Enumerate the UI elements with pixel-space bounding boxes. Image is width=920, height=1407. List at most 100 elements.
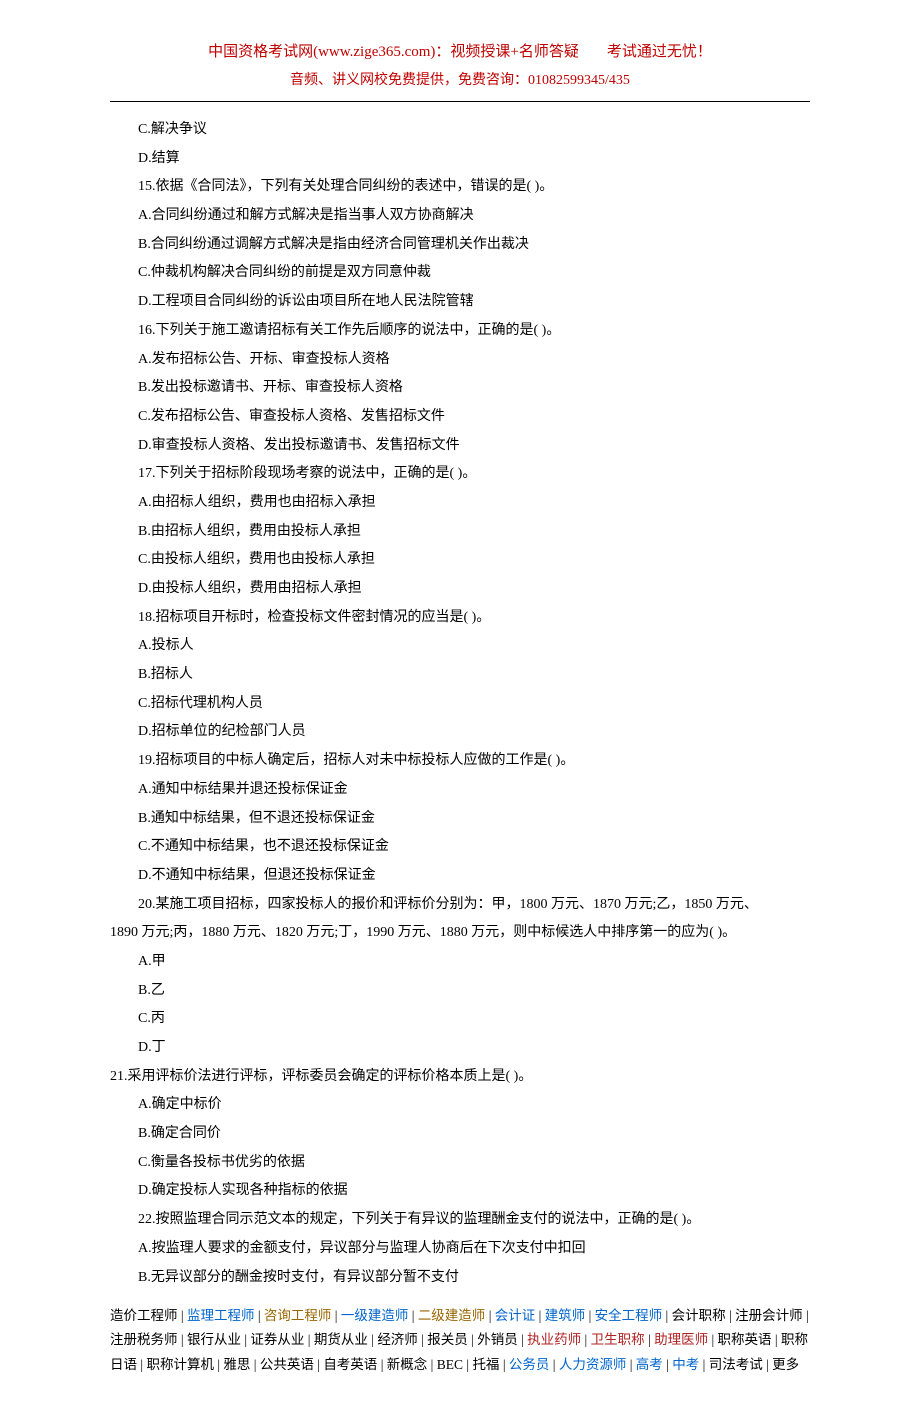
footer-link[interactable]: 会计证 [495, 1308, 536, 1323]
option-text: B.乙 [110, 977, 810, 1006]
option-text: A.按监理人要求的金额支付，异议部分与监理人协商后在下次支付中扣回 [110, 1235, 810, 1264]
header-slogan: 考试通过无忧！ [607, 44, 712, 60]
footer-link[interactable]: 建筑师 [545, 1308, 586, 1323]
separator: | [772, 1332, 781, 1347]
document-body: C.解决争议 D.结算 15.依据《合同法》，下列有关处理合同纠纷的表述中，错误… [110, 116, 810, 1292]
footer-link[interactable]: 监理工程师 [187, 1308, 255, 1323]
separator: | [314, 1357, 323, 1372]
separator: | [549, 1357, 558, 1372]
option-text: C.仲裁机构解决合同纠纷的前提是双方同意仲裁 [110, 259, 810, 288]
footer-link[interactable]: 银行从业 [187, 1332, 241, 1347]
header-line-1: 中国资格考试网(www.zige365.com)：视频授课+名师答疑 考试通过无忧… [110, 40, 810, 61]
separator: | [663, 1357, 672, 1372]
footer-link[interactable]: 证券从业 [250, 1332, 304, 1347]
footer-link[interactable]: 公务员 [509, 1357, 550, 1372]
option-text: C.衡量各投标书优劣的依据 [110, 1149, 810, 1178]
footer-link[interactable]: 安全工程师 [595, 1308, 663, 1323]
separator: | [304, 1332, 313, 1347]
footer-link[interactable]: 卫生职称 [591, 1332, 645, 1347]
option-text: D.由投标人组织，费用由招标人承担 [110, 575, 810, 604]
separator: | [377, 1357, 386, 1372]
separator: | [626, 1357, 635, 1372]
question-text: 22.按照监理合同示范文本的规定，下列关于有异议的监理酬金支付的说法中，正确的是… [110, 1206, 810, 1235]
option-text: A.投标人 [110, 632, 810, 661]
separator: | [585, 1308, 594, 1323]
separator: | [250, 1357, 259, 1372]
separator: | [368, 1332, 377, 1347]
separator: | [418, 1332, 427, 1347]
option-text: D.审查投标人资格、发出投标邀请书、发售招标文件 [110, 432, 810, 461]
separator: | [535, 1308, 544, 1323]
footer-link[interactable]: 报关员 [427, 1332, 468, 1347]
option-text: A.发布招标公告、开标、审查投标人资格 [110, 346, 810, 375]
footer-link[interactable]: 一级建造师 [341, 1308, 409, 1323]
question-text: 20.某施工项目招标，四家投标人的报价和评标价分别为：甲，1800 万元、187… [110, 891, 810, 920]
separator: | [214, 1357, 223, 1372]
separator: | [241, 1332, 250, 1347]
option-text: A.由招标人组织，费用也由招标入承担 [110, 489, 810, 518]
footer-link[interactable]: BEC [437, 1357, 463, 1372]
footer-link[interactable]: 二级建造师 [418, 1308, 486, 1323]
option-text: B.由招标人组织，费用由投标人承担 [110, 518, 810, 547]
option-text: D.结算 [110, 145, 810, 174]
separator: | [699, 1357, 708, 1372]
footer-link[interactable]: 职称计算机 [146, 1357, 214, 1372]
option-text: C.丙 [110, 1005, 810, 1034]
footer-link[interactable]: 公共英语 [260, 1357, 314, 1372]
separator: | [408, 1308, 417, 1323]
option-text: D.不通知中标结果，但退还投标保证金 [110, 862, 810, 891]
separator: | [645, 1332, 654, 1347]
footer-link[interactable]: 造价工程师 [110, 1308, 178, 1323]
footer-link[interactable]: 中考 [672, 1357, 699, 1372]
separator: | [726, 1308, 735, 1323]
separator: | [137, 1357, 146, 1372]
option-text: C.解决争议 [110, 116, 810, 145]
option-text: C.由投标人组织，费用也由投标人承担 [110, 546, 810, 575]
footer-link[interactable]: 新概念 [387, 1357, 428, 1372]
separator: | [708, 1332, 717, 1347]
question-text: 18.招标项目开标时，检查投标文件密封情况的应当是( )。 [110, 604, 810, 633]
footer-link[interactable]: 助理医师 [654, 1332, 708, 1347]
footer-link[interactable]: 高考 [636, 1357, 663, 1372]
option-text: B.合同纠纷通过调解方式解决是指由经济合同管理机关作出裁决 [110, 231, 810, 260]
separator: | [427, 1357, 436, 1372]
footer-link[interactable]: 人力资源师 [559, 1357, 627, 1372]
footer-links: 造价工程师 | 监理工程师 | 咨询工程师 | 一级建造师 | 二级建造师 | … [110, 1304, 810, 1377]
footer-link[interactable]: 经济师 [377, 1332, 418, 1347]
option-text: B.招标人 [110, 661, 810, 690]
separator: | [178, 1332, 187, 1347]
separator: | [518, 1332, 527, 1347]
option-text: D.招标单位的纪检部门人员 [110, 718, 810, 747]
footer-link[interactable]: 职称英语 [718, 1332, 772, 1347]
footer-link[interactable]: 注册税务师 [110, 1332, 178, 1347]
separator: | [499, 1357, 508, 1372]
footer-link[interactable]: 外销员 [477, 1332, 518, 1347]
page-container: 中国资格考试网(www.zige365.com)：视频授课+名师答疑 考试通过无忧… [0, 0, 920, 1407]
option-text: D.丁 [110, 1034, 810, 1063]
divider [110, 101, 810, 102]
separator: | [485, 1308, 494, 1323]
option-text: C.招标代理机构人员 [110, 690, 810, 719]
option-text: A.通知中标结果并退还投标保证金 [110, 776, 810, 805]
footer-link[interactable]: 咨询工程师 [264, 1308, 332, 1323]
footer-link[interactable]: 雅思 [223, 1357, 250, 1372]
separator: | [254, 1308, 263, 1323]
footer-link[interactable]: 托福 [472, 1357, 499, 1372]
footer-link[interactable]: 更多 [772, 1357, 799, 1372]
footer-link[interactable]: 执业药师 [527, 1332, 581, 1347]
separator: | [178, 1308, 187, 1323]
option-text: B.无异议部分的酬金按时支付，有异议部分暂不支付 [110, 1264, 810, 1293]
separator: | [331, 1308, 340, 1323]
option-text: A.甲 [110, 948, 810, 977]
separator: | [581, 1332, 590, 1347]
header-line-2: 音频、讲义网校免费提供，免费咨询：01082599345/435 [110, 69, 810, 89]
footer-link[interactable]: 期货从业 [314, 1332, 368, 1347]
footer-link[interactable]: 注册会计师 [735, 1308, 803, 1323]
header-site: 中国资格考试网(www.zige365.com)：视频授课+名师答疑 [208, 44, 579, 60]
footer-link[interactable]: 会计职称 [672, 1308, 726, 1323]
footer-link[interactable]: 自考英语 [323, 1357, 377, 1372]
question-text: 16.下列关于施工邀请招标有关工作先后顺序的说法中，正确的是( )。 [110, 317, 810, 346]
option-text: C.不通知中标结果，也不退还投标保证金 [110, 833, 810, 862]
footer-link[interactable]: 司法考试 [709, 1357, 763, 1372]
separator: | [763, 1357, 772, 1372]
